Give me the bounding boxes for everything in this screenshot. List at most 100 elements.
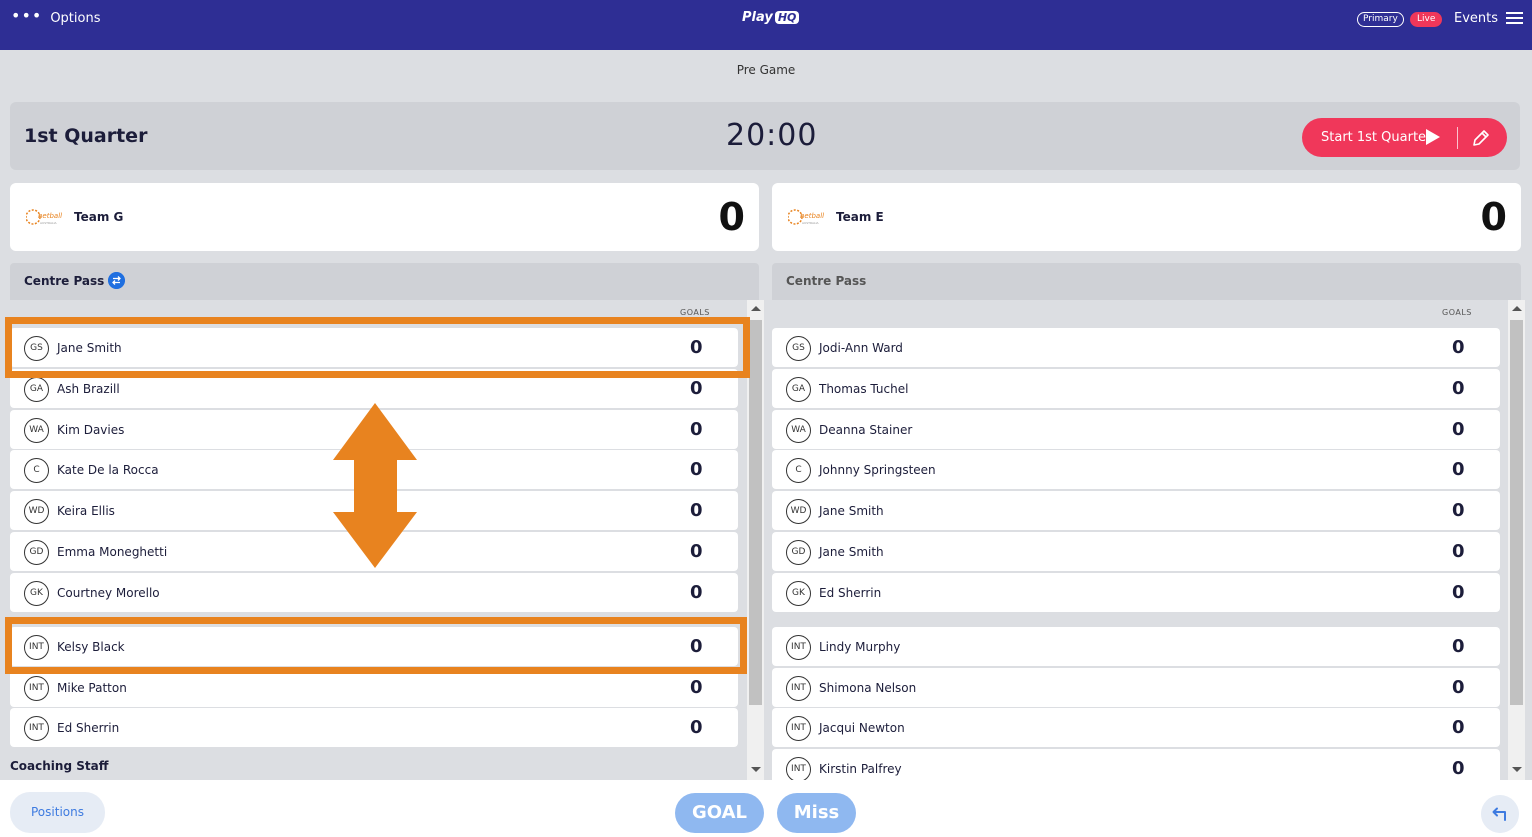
centre-pass-bar-home: Centre Pass <box>10 263 759 300</box>
positions-button[interactable]: Positions <box>10 792 105 833</box>
player-goals: 0 <box>690 378 703 399</box>
position-badge: WA <box>786 418 811 443</box>
coaching-staff-heading: Coaching Staff <box>10 759 109 773</box>
player-list-home: GOALS GS Jane Smith 0 GA Ash Brazill 0 W… <box>10 300 766 780</box>
scroll-up-arrow-icon[interactable] <box>751 306 761 311</box>
position-badge: INT <box>24 676 49 701</box>
position-badge: INT <box>786 635 811 660</box>
player-row[interactable]: GD Emma Moneghetti 0 <box>10 532 738 571</box>
player-row[interactable]: C Kate De la Rocca 0 <box>10 450 738 489</box>
start-quarter-label: Start 1st Quarter <box>1321 130 1432 145</box>
interchange-row[interactable]: INT Kelsy Black 0 <box>10 627 738 666</box>
player-name: Jodi-Ann Ward <box>819 341 903 355</box>
scrollbar-away[interactable] <box>1508 300 1525 780</box>
interchange-row[interactable]: INT Shimona Nelson 0 <box>772 668 1500 707</box>
centre-pass-bar-away: Centre Pass <box>772 263 1521 300</box>
player-name: Mike Patton <box>57 681 127 695</box>
team-name: Team E <box>836 210 884 224</box>
player-goals: 0 <box>1452 582 1465 603</box>
scrollbar-thumb[interactable] <box>1510 320 1523 705</box>
svg-text:AUSTRALIA: AUSTRALIA <box>802 221 820 225</box>
pencil-icon[interactable] <box>1470 127 1492 149</box>
player-goals: 0 <box>690 582 703 603</box>
player-name: Lindy Murphy <box>819 640 901 654</box>
game-status-label: Pre Game <box>736 63 796 77</box>
player-row[interactable]: WA Deanna Stainer 0 <box>772 410 1500 449</box>
position-badge: GS <box>24 336 49 361</box>
start-quarter-button[interactable]: Start 1st Quarter <box>1302 118 1507 157</box>
player-goals: 0 <box>1452 500 1465 521</box>
scroll-down-arrow-icon[interactable] <box>1512 767 1522 772</box>
player-row[interactable]: GS Jane Smith 0 <box>10 328 738 367</box>
player-goals: 0 <box>1452 541 1465 562</box>
interchange-row[interactable]: INT Kirstin Palfrey 0 <box>772 749 1500 780</box>
interchange-row[interactable]: INT Ed Sherrin 0 <box>10 708 738 747</box>
scroll-up-arrow-icon[interactable] <box>1512 306 1522 311</box>
player-row[interactable]: WD Keira Ellis 0 <box>10 491 738 530</box>
position-badge: C <box>786 458 811 483</box>
goals-column-header: GOALS <box>1442 308 1472 317</box>
player-row[interactable]: C Johnny Springsteen 0 <box>772 450 1500 489</box>
player-row[interactable]: GK Ed Sherrin 0 <box>772 573 1500 612</box>
scrollbar-home[interactable] <box>747 300 764 780</box>
position-badge: INT <box>786 676 811 701</box>
scrollbar-thumb[interactable] <box>749 320 762 705</box>
player-name: Jane Smith <box>57 341 122 355</box>
position-badge: GS <box>786 336 811 361</box>
player-row[interactable]: GA Ash Brazill 0 <box>10 369 738 408</box>
team-score: 0 <box>718 195 745 239</box>
divider <box>1457 127 1458 149</box>
centre-pass-label: Centre Pass <box>24 274 105 288</box>
goals-column-header: GOALS <box>680 308 710 317</box>
player-name: Kirstin Palfrey <box>819 762 902 776</box>
player-name: Ash Brazill <box>57 382 120 396</box>
player-name: Jane Smith <box>819 545 884 559</box>
player-goals: 0 <box>1452 758 1465 779</box>
player-goals: 0 <box>1452 717 1465 738</box>
position-badge: INT <box>786 757 811 780</box>
interchange-row[interactable]: INT Jacqui Newton 0 <box>772 708 1500 747</box>
player-row[interactable]: WD Jane Smith 0 <box>772 491 1500 530</box>
player-row[interactable]: GD Jane Smith 0 <box>772 532 1500 571</box>
player-name: Shimona Nelson <box>819 681 917 695</box>
position-badge: GK <box>24 581 49 606</box>
player-goals: 0 <box>1452 378 1465 399</box>
options-menu[interactable]: ••• Options <box>11 5 101 26</box>
options-label: Options <box>50 11 101 26</box>
goal-button[interactable]: GOAL <box>675 793 764 833</box>
events-button[interactable]: Events <box>1454 11 1524 26</box>
player-row[interactable]: GK Courtney Morello 0 <box>10 573 738 612</box>
scroll-down-arrow-icon[interactable] <box>751 767 761 772</box>
player-goals: 0 <box>1452 459 1465 480</box>
player-goals: 0 <box>690 500 703 521</box>
swap-icon[interactable] <box>108 272 125 289</box>
player-row[interactable]: WA Kim Davies 0 <box>10 410 738 449</box>
bottom-bar: Positions GOAL Miss <box>0 780 1532 837</box>
interchange-row[interactable]: INT Lindy Murphy 0 <box>772 627 1500 666</box>
position-badge: WD <box>786 499 811 524</box>
more-dots-icon: ••• <box>11 5 43 25</box>
position-badge: C <box>24 458 49 483</box>
undo-icon[interactable] <box>1481 795 1519 833</box>
team-name: Team G <box>74 210 124 224</box>
live-badge[interactable]: Live <box>1410 12 1443 27</box>
position-badge: GA <box>24 377 49 402</box>
player-name: Deanna Stainer <box>819 423 913 437</box>
svg-text:netball: netball <box>800 212 824 220</box>
player-name: Kim Davies <box>57 423 125 437</box>
player-row[interactable]: GA Thomas Tuchel 0 <box>772 369 1500 408</box>
player-name: Kelsy Black <box>57 640 125 654</box>
player-name: Courtney Morello <box>57 586 160 600</box>
player-goals: 0 <box>1452 636 1465 657</box>
position-badge: INT <box>786 716 811 741</box>
player-row[interactable]: GS Jodi-Ann Ward 0 <box>772 328 1500 367</box>
svg-text:AUSTRALIA: AUSTRALIA <box>40 221 58 225</box>
miss-button[interactable]: Miss <box>777 793 856 833</box>
events-label: Events <box>1454 11 1499 26</box>
interchange-row[interactable]: INT Mike Patton 0 <box>10 668 738 707</box>
svg-text:netball: netball <box>38 212 62 220</box>
player-name: Keira Ellis <box>57 504 115 518</box>
player-goals: 0 <box>1452 677 1465 698</box>
position-badge: GD <box>786 540 811 565</box>
primary-badge[interactable]: Primary <box>1357 12 1404 27</box>
